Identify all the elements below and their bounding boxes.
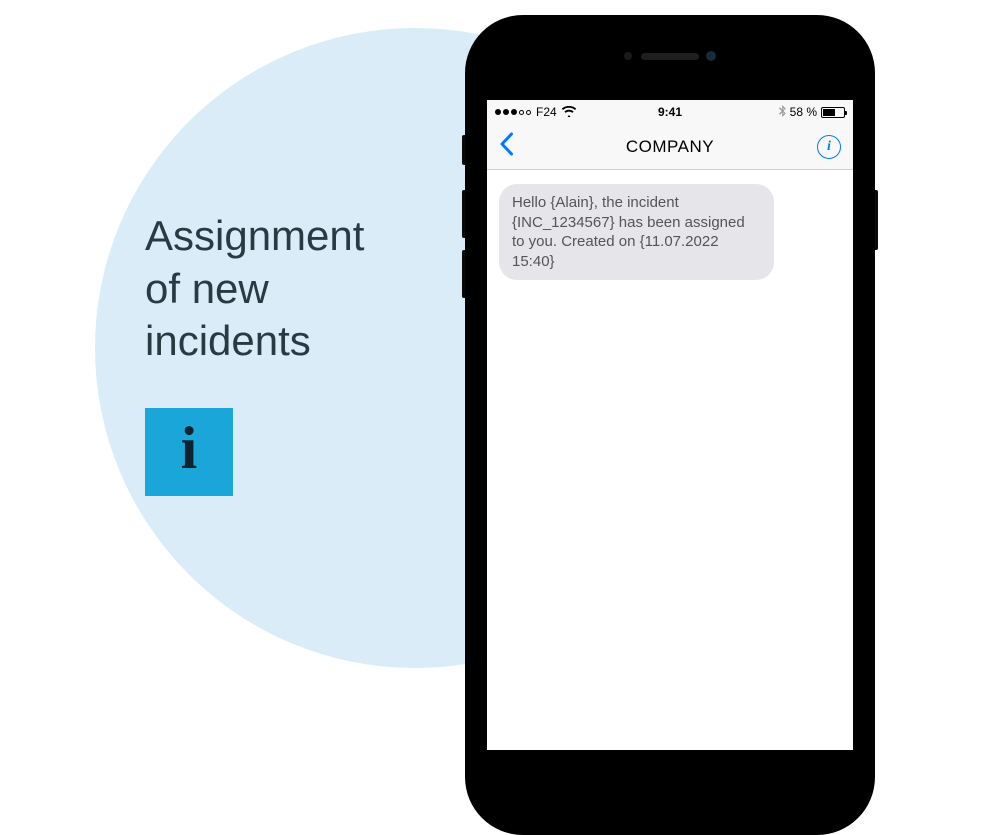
signal-strength-icon: [495, 109, 531, 115]
phone-sensor: [624, 52, 632, 60]
phone-volume-up: [462, 190, 465, 238]
incoming-message-bubble[interactable]: Hello {Alain}, the incident {INC_1234567…: [499, 184, 774, 280]
phone-device-frame: F24 9:41 58 % COMPANY: [465, 15, 875, 835]
info-icon: i: [181, 418, 198, 478]
status-left: F24: [495, 105, 576, 120]
messages-area[interactable]: Hello {Alain}, the incident {INC_1234567…: [487, 170, 853, 294]
phone-bezel: F24 9:41 58 % COMPANY: [479, 29, 861, 821]
status-time: 9:41: [658, 105, 682, 119]
battery-percent: 58 %: [790, 105, 817, 119]
phone-front-camera: [706, 51, 716, 61]
phone-speaker: [641, 53, 699, 60]
page-heading: Assignmentof newincidents: [145, 210, 364, 368]
phone-silence-switch: [462, 135, 465, 165]
heading-text: Assignmentof newincidents: [145, 212, 364, 364]
back-button[interactable]: [499, 132, 513, 162]
status-bar: F24 9:41 58 %: [487, 100, 853, 124]
status-right: 58 %: [779, 105, 845, 120]
phone-volume-down: [462, 250, 465, 298]
bluetooth-icon: [779, 105, 786, 120]
carrier-label: F24: [536, 105, 557, 119]
nav-bar: COMPANY i: [487, 124, 853, 170]
phone-screen: F24 9:41 58 % COMPANY: [487, 100, 853, 750]
contact-info-button[interactable]: i: [817, 135, 841, 159]
info-icon: i: [827, 139, 831, 155]
info-tile: i: [145, 408, 233, 496]
wifi-icon: [562, 105, 576, 120]
message-text: Hello {Alain}, the incident {INC_1234567…: [512, 194, 745, 270]
nav-title: COMPANY: [626, 137, 714, 157]
battery-icon: [821, 107, 845, 118]
phone-power-button: [875, 190, 878, 250]
